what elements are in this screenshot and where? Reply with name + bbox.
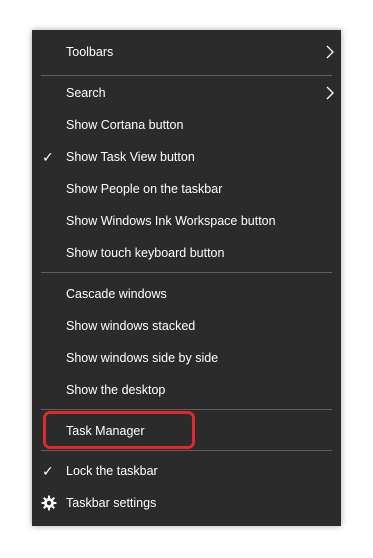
menu-item-label: Show Cortana button xyxy=(66,118,184,132)
menu-separator xyxy=(41,75,332,76)
taskbar-context-menu: Toolbars Search Show Cortana button ✓ Sh… xyxy=(32,30,341,526)
chevron-right-icon xyxy=(326,45,334,59)
menu-item-show-windows-stacked[interactable]: Show windows stacked xyxy=(32,310,341,342)
menu-item-cascade-windows[interactable]: Cascade windows xyxy=(32,278,341,310)
task-manager-highlight-outline xyxy=(43,411,195,449)
menu-item-toolbars[interactable]: Toolbars xyxy=(32,36,341,68)
menu-item-label: Taskbar settings xyxy=(66,496,157,510)
menu-item-show-windows-side-by-side[interactable]: Show windows side by side xyxy=(32,342,341,374)
menu-separator xyxy=(41,450,332,451)
menu-item-label: Show Windows Ink Workspace button xyxy=(66,214,276,228)
menu-item-label: Show the desktop xyxy=(66,383,166,397)
menu-item-label: Show Task View button xyxy=(66,150,195,164)
menu-item-show-people[interactable]: Show People on the taskbar xyxy=(32,173,341,205)
menu-item-lock-the-taskbar[interactable]: ✓ Lock the taskbar xyxy=(32,455,341,487)
checkmark-icon: ✓ xyxy=(42,463,54,479)
menu-item-label: Lock the taskbar xyxy=(66,464,158,478)
gear-icon xyxy=(41,495,57,511)
menu-item-label: Search xyxy=(66,86,106,100)
chevron-right-icon xyxy=(326,86,334,100)
menu-item-show-the-desktop[interactable]: Show the desktop xyxy=(32,374,341,406)
menu-separator xyxy=(41,272,332,273)
menu-item-show-touch-keyboard-button[interactable]: Show touch keyboard button xyxy=(32,237,341,269)
checkmark-icon: ✓ xyxy=(42,149,54,165)
menu-item-show-task-view-button[interactable]: ✓ Show Task View button xyxy=(32,141,341,173)
menu-item-show-ink-workspace-button[interactable]: Show Windows Ink Workspace button xyxy=(32,205,341,237)
menu-item-show-cortana-button[interactable]: Show Cortana button xyxy=(32,109,341,141)
menu-item-label: Show People on the taskbar xyxy=(66,182,223,196)
menu-item-search[interactable]: Search xyxy=(32,77,341,109)
menu-item-label: Toolbars xyxy=(66,45,114,59)
menu-item-label: Show windows stacked xyxy=(66,319,196,333)
menu-item-label: Cascade windows xyxy=(66,287,167,301)
menu-item-taskbar-settings[interactable]: Taskbar settings xyxy=(32,487,341,519)
menu-separator xyxy=(41,409,332,410)
menu-item-label: Show windows side by side xyxy=(66,351,219,365)
menu-item-label: Show touch keyboard button xyxy=(66,246,225,260)
